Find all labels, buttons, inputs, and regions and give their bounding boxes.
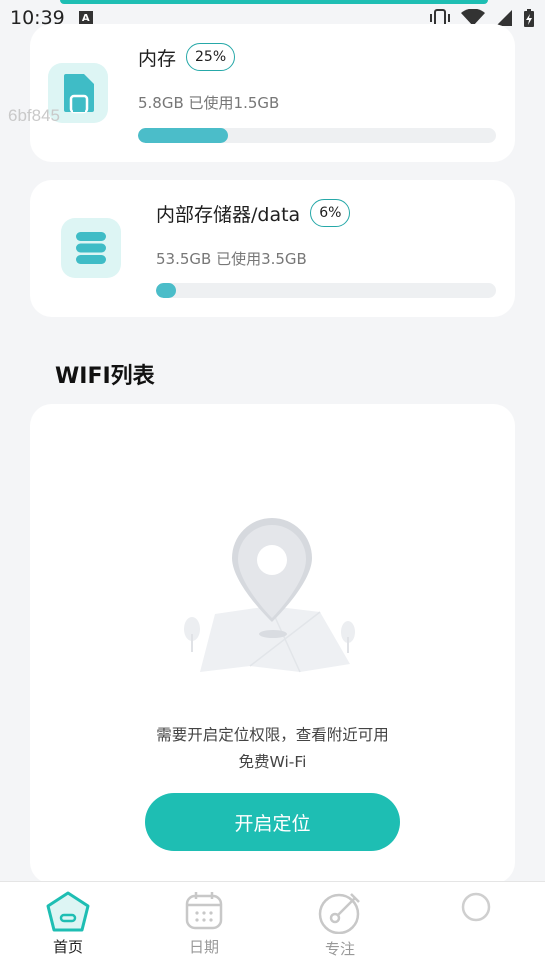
internal-storage-percent-badge: 6% <box>310 199 351 227</box>
memory-usage-text: 5.8GB 已使用1.5GB <box>138 94 280 112</box>
nav-date-label: 日期 <box>188 938 219 956</box>
nav-home[interactable]: 首页 <box>28 890 108 957</box>
bottom-navigation: 首页 日期 专注 <box>0 881 545 968</box>
location-map-illustration <box>184 518 355 673</box>
battery-charging-icon <box>524 9 534 27</box>
calendar-icon <box>185 892 223 930</box>
memory-title: 内存 <box>138 47 177 70</box>
location-permission-text: 需要开启定位权限，查看附近可用 免费Wi-Fi <box>30 722 515 776</box>
permission-text-line-1: 需要开启定位权限，查看附近可用 <box>156 726 389 744</box>
nav-focus-label: 专注 <box>324 940 355 958</box>
internal-storage-usage-text: 53.5GB 已使用3.5GB <box>156 250 307 268</box>
internal-storage-usage-fill <box>156 283 177 298</box>
loading-icon <box>461 892 491 922</box>
internal-storage-title: 内部存储器/data <box>156 203 301 226</box>
home-icon <box>46 891 90 932</box>
watermark: 6bf845 <box>8 106 60 125</box>
wifi-list-card: 需要开启定位权限，查看附近可用 免费Wi-Fi 开启定位 <box>30 404 515 884</box>
nav-focus[interactable]: 专注 <box>300 890 380 959</box>
nav-home-label: 首页 <box>52 938 83 956</box>
memory-usage-bar <box>138 128 496 143</box>
memory-card[interactable]: 内存 25% 5.8GB 已使用1.5GB <box>30 24 515 162</box>
enable-location-button[interactable]: 开启定位 <box>145 793 400 851</box>
memory-percent-badge: 25% <box>186 43 236 71</box>
permission-text-line-2: 免费Wi-Fi <box>238 753 307 771</box>
notification-icon: A <box>78 11 93 25</box>
nav-date[interactable]: 日期 <box>164 890 244 957</box>
nav-loading[interactable] <box>436 890 516 928</box>
focus-icon <box>318 893 360 934</box>
memory-usage-fill <box>138 128 228 143</box>
internal-storage-usage-bar <box>156 283 496 298</box>
wifi-section-title: WIFI列表 <box>55 364 155 389</box>
memory-title-row: 内存 25% <box>138 43 236 71</box>
internal-storage-card[interactable]: 内部存储器/data 6% 53.5GB 已使用3.5GB <box>30 180 515 317</box>
internal-storage-title-row: 内部存储器/data 6% <box>156 199 351 227</box>
database-icon <box>61 218 121 278</box>
